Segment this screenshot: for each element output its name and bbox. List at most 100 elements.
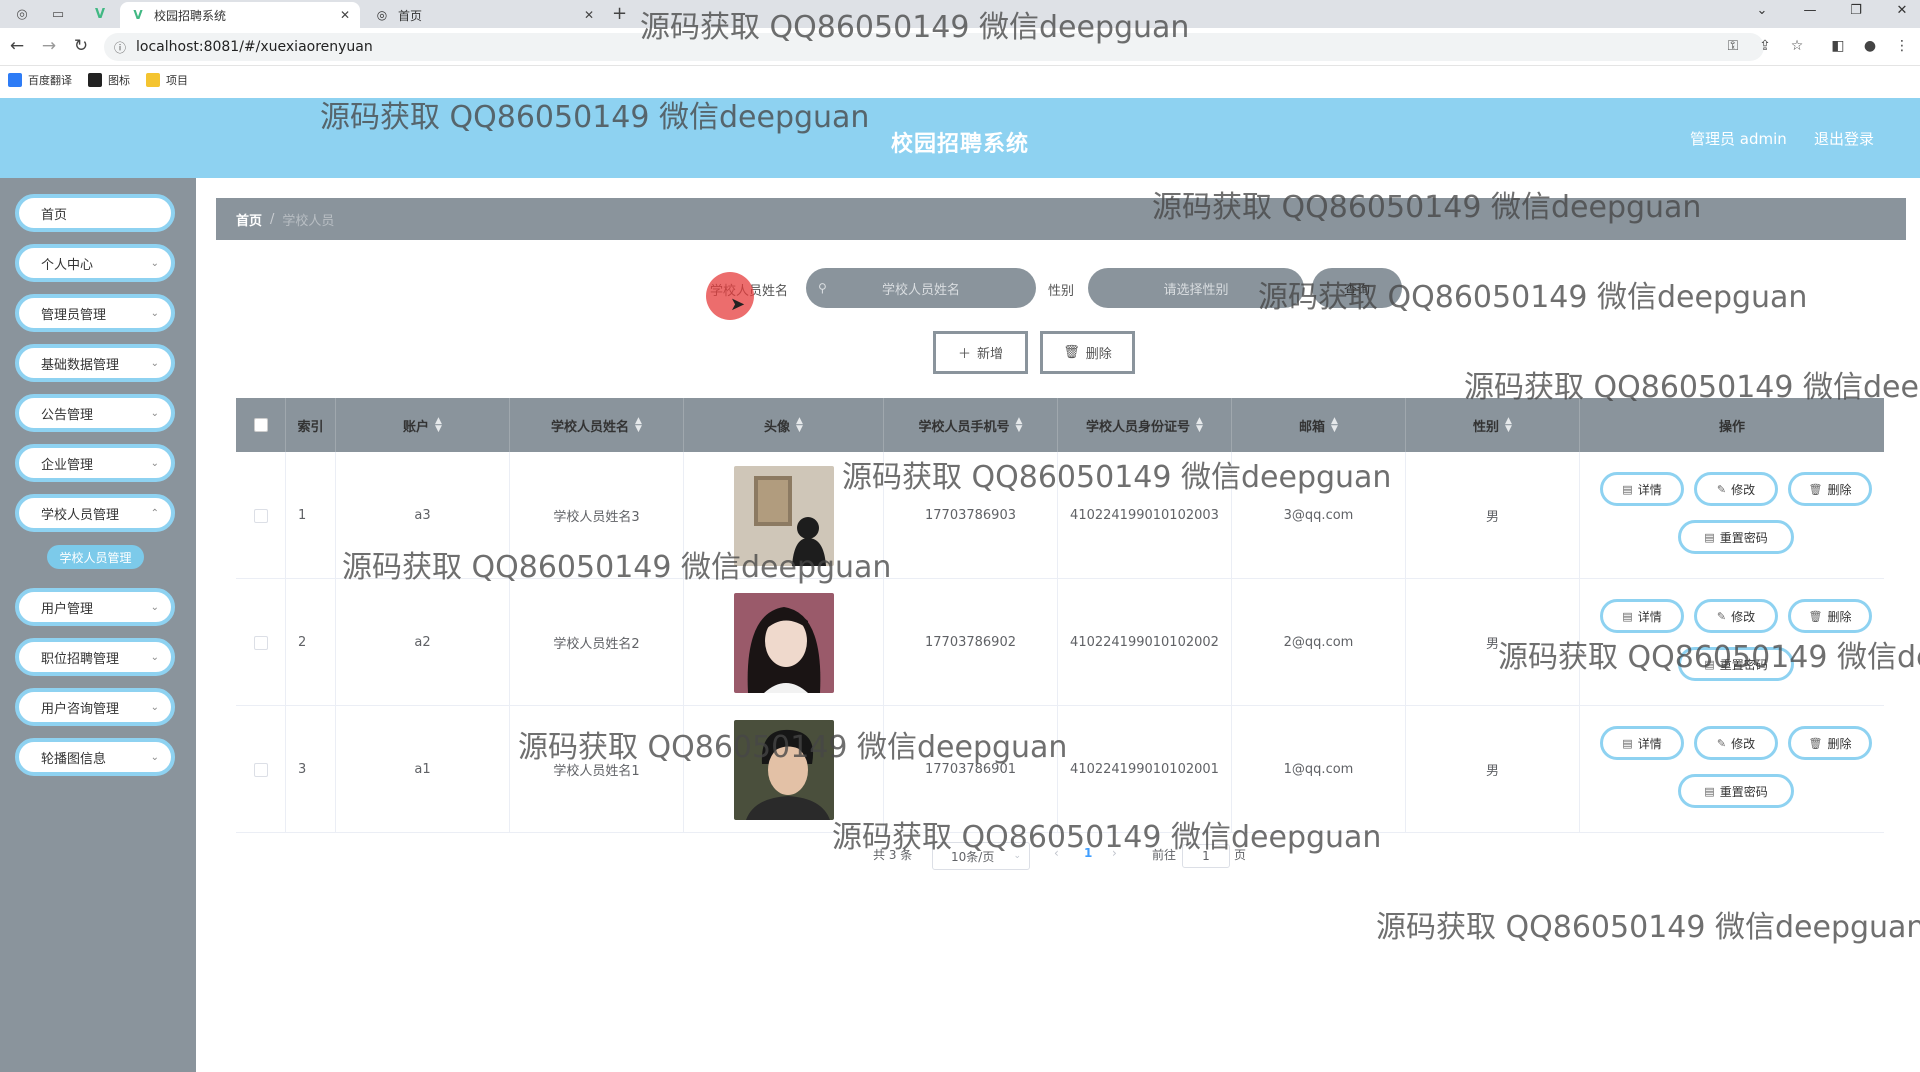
sort-icon[interactable]: ▲ ▼ [435,417,442,434]
chevron-down-icon: ⌄ [150,407,159,419]
back-icon[interactable]: ← [6,36,28,56]
minimize-icon[interactable]: — [1792,3,1828,18]
sidebar-item-companies[interactable]: 企业管理 ⌄ [15,444,175,482]
page-size-select[interactable]: 10条/页 ⌄ [932,842,1030,870]
detail-button[interactable]: ▤ 详情 [1600,599,1684,633]
edit-button[interactable]: ✎ 修改 [1694,472,1778,506]
page-number[interactable]: 1 [1084,846,1092,860]
trash-icon: 🗑 [1808,482,1823,496]
sidebar-item-base-data[interactable]: 基础数据管理 ⌄ [15,344,175,382]
sort-icon[interactable]: ▲ ▼ [635,417,642,434]
forward-icon[interactable]: → [38,36,60,56]
admin-user-link[interactable]: 管理员 admin [1690,128,1787,149]
col-gender[interactable]: 性别 ▲ ▼ [1406,398,1580,452]
side-panel-icon[interactable]: ◧ [1828,38,1848,54]
avatar[interactable] [733,465,834,566]
sidebar-item-announcements[interactable]: 公告管理 ⌄ [15,394,175,432]
delete-label: 删除 [1827,609,1852,624]
bookmark-project[interactable]: 项目 [146,72,188,88]
prev-page-icon[interactable]: ‹ [1054,846,1059,860]
sidebar-item-admin-management[interactable]: 管理员管理 ⌄ [15,294,175,332]
avatar[interactable] [733,592,834,693]
info-icon[interactable]: ⓘ [114,39,126,56]
restore-icon[interactable]: ❐ [1838,3,1874,18]
breadcrumb-home[interactable]: 首页 [236,210,262,229]
sidebar-item-job-postings[interactable]: 职位招聘管理 ⌄ [15,638,175,676]
column-header: 学校人员姓名 [551,419,630,435]
close-window-icon[interactable]: ✕ [1884,3,1920,18]
sort-icon[interactable]: ▲ ▼ [796,417,803,434]
col-avatar[interactable]: 头像 ▲ ▼ [684,398,884,452]
sidebar-item-personal-center[interactable]: 个人中心 ⌄ [15,244,175,282]
globe-icon[interactable]: ◎ [10,4,34,24]
sort-icon[interactable]: ▲ ▼ [1016,417,1023,434]
bookmark-baidu-translate[interactable]: 百度翻译 [8,72,72,88]
edit-button[interactable]: ✎ 修改 [1694,599,1778,633]
batch-delete-button[interactable]: 🗑 删除 [1040,331,1135,374]
sort-icon[interactable]: ▲ ▼ [1331,417,1338,434]
edit-button[interactable]: ✎ 修改 [1694,726,1778,760]
vue-icon[interactable]: V [88,4,112,24]
col-email[interactable]: 邮箱 ▲ ▼ [1232,398,1406,452]
key-icon[interactable]: ⚿ [1723,38,1743,54]
tab-home[interactable]: ◎ 首页 ✕ [364,2,604,28]
reset-password-button[interactable]: ▤ 重置密码 [1678,520,1794,554]
sidebar-subitem-school-staff[interactable]: 学校人员管理 [47,545,144,569]
chevron-down-icon: ⌄ [150,751,159,763]
goto-page-input[interactable]: 1 [1182,844,1230,868]
next-page-icon[interactable]: › [1112,846,1117,860]
cell-name: 学校人员姓名3 [510,452,684,579]
row-checkbox[interactable] [253,635,268,650]
sidebar-item-school-staff[interactable]: 学校人员管理 ⌃ [15,494,175,532]
chevron-up-icon: ⌃ [150,507,159,519]
close-icon[interactable]: ✕ [584,8,594,22]
table-header: 索引 账户 ▲ ▼ 学校人员姓名 ▲ ▼ 头像 ▲ ▼ 学校人员手机号 ▲ ▼ 学校人员身份证号… [236,398,1884,452]
delete-button[interactable]: 🗑 删除 [1788,726,1872,760]
profile-icon[interactable]: ● [1860,38,1880,54]
reset-password-button[interactable]: ▤ 重置密码 [1678,774,1794,808]
col-phone[interactable]: 学校人员手机号 ▲ ▼ [884,398,1058,452]
delete-button[interactable]: 🗑 删除 [1788,472,1872,506]
sort-icon[interactable]: ▲ ▼ [1196,417,1203,434]
sidebar-item-home[interactable]: 首页 [15,194,175,232]
add-button[interactable]: ＋ 新增 [933,331,1028,374]
edit-icon: ✎ [1716,482,1727,496]
url-field[interactable]: ⓘ localhost:8081/#/xuexiaorenyuan [104,33,1764,61]
document-icon: ▤ [1622,482,1633,496]
delete-button[interactable]: 🗑 删除 [1788,599,1872,633]
tab-campus-recruitment[interactable]: V 校园招聘系统 ✕ [120,2,360,28]
sort-icon[interactable]: ▲ ▼ [1505,417,1512,434]
col-name[interactable]: 学校人员姓名 ▲ ▼ [510,398,684,452]
sidebar-item-label: 公告管理 [41,407,94,423]
table-row: 3 a1 学校人员姓名1 17703786901 410224199010102… [236,706,1884,833]
reset-password-button[interactable]: ▤ 重置密码 [1678,647,1794,681]
query-button[interactable]: 查询 [1312,268,1402,308]
name-search-input[interactable]: ⚲ 学校人员姓名 [806,268,1036,308]
logout-link[interactable]: 退出登录 [1814,128,1874,149]
sidebar-item-carousel[interactable]: 轮播图信息 ⌄ [15,738,175,776]
row-checkbox[interactable] [253,762,268,777]
close-icon[interactable]: ✕ [340,8,350,22]
select-all-checkbox[interactable] [253,418,268,432]
sidebar-item-label: 基础数据管理 [41,357,120,373]
sidebar-item-user-consultation[interactable]: 用户咨询管理 ⌄ [15,688,175,726]
new-tab-icon[interactable]: + [612,3,627,24]
bookmark-icons[interactable]: 图标 [88,72,130,88]
share-icon[interactable]: ⇪ [1755,38,1775,54]
sidebar-item-users[interactable]: 用户管理 ⌄ [15,588,175,626]
row-checkbox[interactable] [253,508,268,523]
cell-email: 1@qq.com [1232,706,1406,833]
reload-icon[interactable]: ↻ [70,36,92,56]
vue-icon: V [133,8,143,22]
detail-button[interactable]: ▤ 详情 [1600,472,1684,506]
tab-search-icon[interactable]: ⌄ [1744,3,1780,18]
col-id-card[interactable]: 学校人员身份证号 ▲ ▼ [1058,398,1232,452]
detail-button[interactable]: ▤ 详情 [1600,726,1684,760]
blank-tab-icon[interactable]: ▭ [46,4,70,24]
avatar[interactable] [733,719,834,820]
col-account[interactable]: 账户 ▲ ▼ [336,398,510,452]
gender-select[interactable]: 请选择性别 [1088,268,1304,308]
star-icon[interactable]: ☆ [1787,38,1807,54]
menu-dots-icon[interactable]: ⋮ [1892,38,1912,54]
cell-phone: 17703786903 [884,452,1058,579]
